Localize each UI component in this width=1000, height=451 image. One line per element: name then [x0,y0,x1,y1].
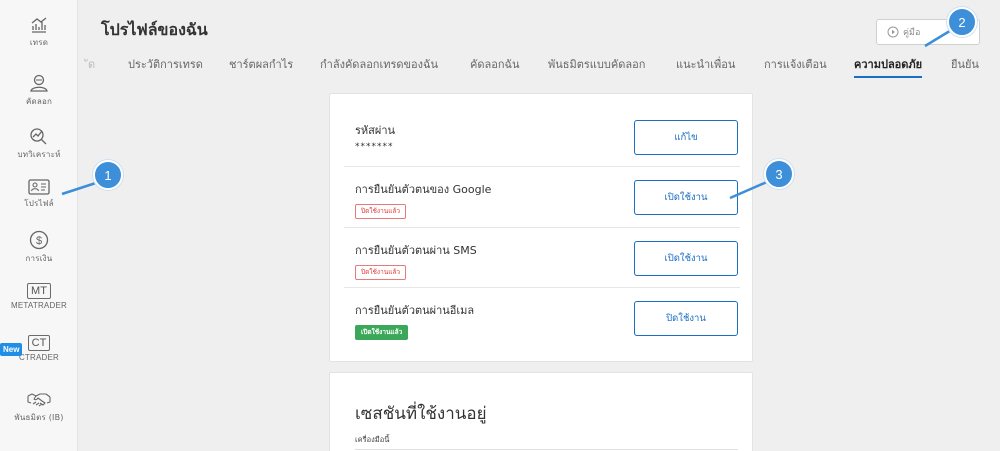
metatrader-icon: MT [27,283,51,299]
email-auth-row: การยืนยันตัวตนผ่านอีเมล เปิดใช้งานแล้ว ป… [355,301,738,340]
divider [344,287,740,288]
sidebar: เทรด คัดลอก บทวิเคราะห์ โปรไฟล์ $ การเงิ… [0,0,78,451]
edit-password-button[interactable]: แก้ไข [634,120,738,155]
svg-text:$: $ [36,235,42,247]
security-card: รหัสผ่าน ******* แก้ไข การยืนยันตัวตนของ… [329,93,753,362]
disable-email-auth-button[interactable]: ปิดใช้งาน [634,301,738,336]
sidebar-item-label: พันธมิตร (IB) [14,413,64,422]
status-badge: ปิดใช้งานแล้ว [355,265,407,280]
sidebar-item-trade[interactable]: เทรด [0,16,78,49]
tab-trade-partial[interactable]: ัด [88,55,95,73]
page-title: โปรไฟล์ของฉัน [101,20,208,39]
tab-copy-partner[interactable]: พันธมิตรแบบคัดลอก [548,55,645,73]
password-row: รหัสผ่าน ******* แก้ไข [355,120,738,155]
play-circle-icon [887,26,899,38]
sidebar-item-label: METATRADER [11,301,67,310]
tab-notifications[interactable]: การแจ้งเตือน [764,55,827,73]
divider [355,449,738,450]
tab-copy-me[interactable]: คัดลอกฉัน [470,55,520,73]
tab-refer-friend[interactable]: แนะนำเพื่อน [676,55,735,73]
sessions-subtitle: เครื่องมือนี้ [355,435,390,444]
callout-marker: 3 [764,159,794,189]
sidebar-item-partner[interactable]: พันธมิตร (IB) [0,391,78,424]
callout-marker: 2 [947,7,977,37]
sidebar-item-metatrader[interactable]: MT METATRADER [0,283,78,310]
sidebar-item-label: เทรด [29,38,49,47]
tab-profit-chart[interactable]: ชาร์ตผลกำไร [229,55,293,73]
handshake-icon [27,393,51,407]
ctrader-icon: CT [27,335,51,351]
profile-card-icon [28,179,50,195]
sidebar-item-analysis[interactable]: บทวิเคราะห์ [0,126,78,161]
tab-verification[interactable]: ยืนยัน [951,55,979,73]
google-auth-row: การยืนยันตัวตนของ Google ปิดใช้งานแล้ว เ… [355,180,738,219]
sidebar-item-label: โปรไฟล์ [24,199,54,208]
sidebar-item-profile[interactable]: โปรไฟล์ [0,179,78,210]
trade-chart-icon [31,17,47,33]
sidebar-item-label: การเงิน [25,254,53,263]
divider [344,227,740,228]
divider [344,166,740,167]
enable-google-auth-button[interactable]: เปิดใช้งาน [634,180,738,215]
analysis-icon [30,128,47,145]
tab-security[interactable]: ความปลอดภัย [854,55,923,78]
status-badge: ปิดใช้งานแล้ว [355,204,407,219]
guide-label: คู่มือ [903,28,921,38]
sidebar-item-label: บทวิเคราะห์ [17,150,61,159]
callout-marker: 1 [93,160,123,190]
sessions-title: เซสชันที่ใช้งานอยู่ [355,404,487,424]
sidebar-item-copy[interactable]: คัดลอก [0,73,78,108]
tab-trade-history[interactable]: ประวัติการเทรด [128,55,203,73]
status-badge: เปิดใช้งานแล้ว [355,325,409,340]
dollar-icon: $ [29,230,49,250]
new-badge: New [0,343,23,356]
sidebar-item-finance[interactable]: $ การเงิน [0,230,78,265]
sms-auth-row: การยืนยันตัวตนผ่าน SMS ปิดใช้งานแล้ว เปิ… [355,241,738,280]
sessions-card: เซสชันที่ใช้งานอยู่ เครื่องมือนี้ [329,372,753,451]
tab-copying-trades[interactable]: กำลังคัดลอกเทรดของฉัน [320,55,438,73]
enable-sms-auth-button[interactable]: เปิดใช้งาน [634,241,738,276]
sidebar-item-label: CTRADER [18,353,60,362]
copy-person-icon [30,74,48,92]
sidebar-item-label: คัดลอก [25,97,53,106]
